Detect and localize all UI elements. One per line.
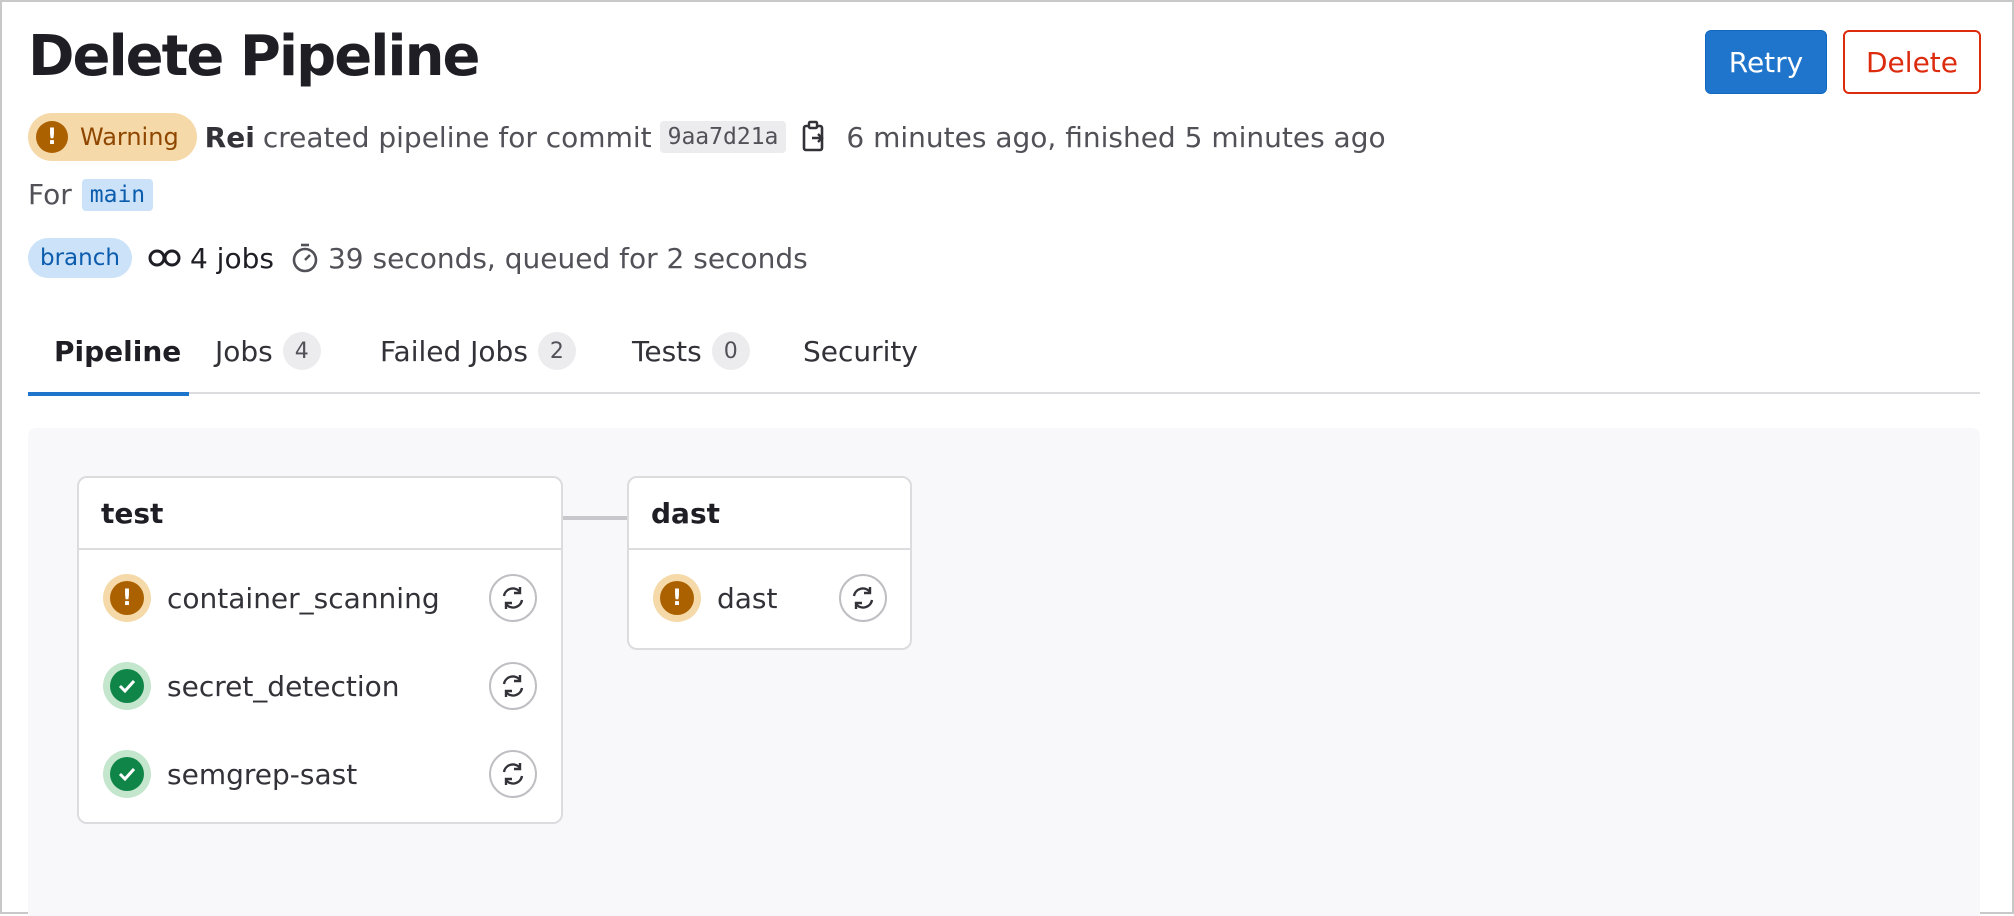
job-semgrep-sast[interactable]: semgrep-sast [79,748,561,800]
tab-security[interactable]: Security [803,308,918,394]
stage-connector [561,516,627,520]
tab-tests[interactable]: Tests 0 [632,308,750,394]
retry-icon [502,587,524,609]
pipeline-graph: test ! container_scanning secret_detecti… [28,428,1980,916]
status-badge[interactable]: ! Warning [28,113,197,161]
stage-title: test [79,478,561,550]
job-container-scanning[interactable]: ! container_scanning [79,572,561,624]
job-name: semgrep-sast [167,757,358,791]
tab-count-badge: 0 [711,332,750,370]
tab-pipeline[interactable]: Pipeline [28,308,189,396]
tab-label: Tests [632,334,702,368]
commit-sha-link[interactable]: 9aa7d21a [659,121,787,153]
duration-text: 39 seconds, queued for 2 seconds [327,241,808,275]
job-name: dast [717,581,778,615]
retry-icon [852,587,874,609]
tab-count-badge: 2 [537,332,576,370]
page-title: Delete Pipeline [28,24,480,89]
for-label: For [28,178,72,211]
success-status-icon [103,662,151,710]
tab-label: Pipeline [54,334,182,368]
branch-ref-link[interactable]: main [81,178,154,211]
pipeline-jobs-icon [148,249,181,267]
retry-job-button[interactable] [489,574,537,622]
job-secret-detection[interactable]: secret_detection [79,660,561,712]
retry-icon [502,675,524,697]
pipeline-stats-row: branch 4 jobs 39 seconds, queued for 2 s… [28,238,808,278]
pipeline-ref-row: For main [28,178,154,211]
status-label: Warning [80,123,179,151]
ref-type-badge: branch [28,238,132,278]
stage-test: test ! container_scanning secret_detecti… [77,476,563,824]
created-text: created pipeline for commit [262,120,652,154]
author-link[interactable]: Rei [205,121,255,154]
job-dast[interactable]: ! dast [629,572,910,624]
warning-status-icon: ! [103,574,151,622]
job-name: container_scanning [167,581,440,615]
jobs-count: 4 jobs [189,241,274,275]
tab-label: Failed Jobs [380,334,528,368]
retry-job-button[interactable] [489,662,537,710]
timer-icon [292,243,318,273]
retry-job-button[interactable] [489,750,537,798]
retry-icon [502,763,524,785]
stage-title: dast [629,478,910,550]
success-status-icon [103,750,151,798]
retry-job-button[interactable] [839,574,887,622]
job-name: secret_detection [167,669,400,703]
tab-label: Security [803,334,918,368]
tab-label: Jobs [215,334,273,368]
tab-failed-jobs[interactable]: Failed Jobs 2 [380,308,576,394]
warning-status-icon: ! [653,574,701,622]
stage-dast: dast ! dast [627,476,912,650]
pipeline-tabs: Pipeline Jobs 4 Failed Jobs 2 Tests 0 Se… [28,308,1980,396]
retry-button[interactable]: Retry [1705,30,1827,94]
pipeline-header-info: ! Warning Rei created pipeline for commi… [28,113,1386,161]
warning-icon: ! [36,121,68,153]
pipeline-page: Delete Pipeline Retry Delete ! Warning R… [0,0,2014,916]
pipeline-time: 6 minutes ago, finished 5 minutes ago [846,120,1386,154]
tab-jobs[interactable]: Jobs 4 [215,308,321,394]
copy-clipboard-icon[interactable] [798,120,828,154]
delete-button[interactable]: Delete [1843,30,1981,94]
tab-count-badge: 4 [282,332,321,370]
